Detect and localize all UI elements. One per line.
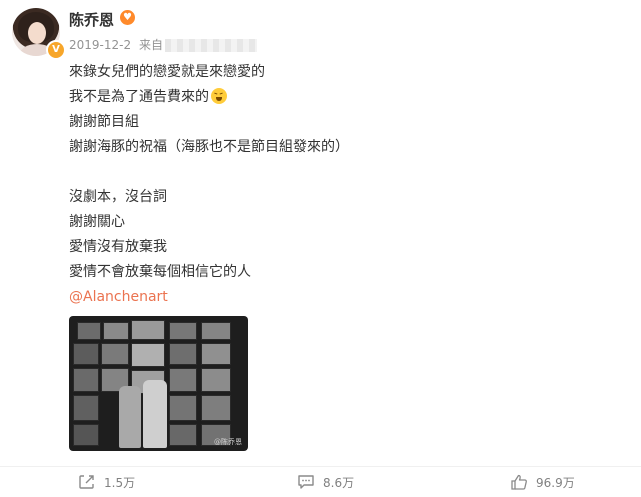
post-content: 來錄女兒們的戀愛就是來戀愛的 我不是為了通告費來的 謝謝節目組 謝謝海豚的祝福（…	[69, 60, 349, 310]
action-bar: 1.5万 8.6万 96.9万	[0, 466, 641, 497]
post-line: 沒劇本，沒台詞	[69, 189, 167, 205]
post-image[interactable]: @陈乔恩	[69, 316, 248, 451]
post-line: 謝謝節目組	[69, 114, 139, 130]
mention-link[interactable]: @Alanchenart	[69, 285, 349, 310]
photo-person-right	[143, 380, 167, 448]
post-line-with-emoji: 我不是為了通告費來的	[69, 85, 349, 110]
photo-person-left	[119, 386, 141, 448]
comment-button[interactable]: 8.6万	[297, 473, 354, 491]
comment-count: 8.6万	[323, 475, 355, 490]
post-line: 謝謝關心	[69, 214, 125, 230]
post-line: 愛情沒有放棄我	[69, 239, 167, 255]
image-watermark: @陈乔恩	[214, 438, 242, 446]
laughing-emoji-icon	[211, 88, 227, 104]
post-line: 來錄女兒們的戀愛就是來戀愛的	[69, 64, 265, 80]
source-redacted	[164, 39, 257, 52]
heart-face-icon: ♥	[120, 10, 135, 25]
source-prefix: 来自	[138, 38, 163, 52]
repost-icon	[79, 475, 94, 489]
comment-icon	[298, 475, 314, 489]
post-meta: 2019-12-2 来自	[69, 36, 257, 53]
verified-v-icon: V	[46, 40, 66, 60]
username[interactable]: 陈乔恩	[69, 9, 114, 30]
thumbs-up-icon	[511, 474, 527, 490]
post-line: 愛情不會放棄每個相信它的人	[69, 264, 251, 280]
like-button[interactable]: 96.9万	[510, 473, 575, 491]
repost-button[interactable]: 1.5万	[78, 473, 135, 491]
post-line: 謝謝海豚的祝福（海豚也不是節目組發來的）	[69, 139, 349, 155]
post-line: 我不是為了通告費來的	[69, 89, 209, 105]
repost-count: 1.5万	[104, 475, 136, 490]
post-date[interactable]: 2019-12-2	[69, 38, 131, 52]
avatar-face	[28, 22, 46, 44]
like-count: 96.9万	[536, 475, 575, 490]
